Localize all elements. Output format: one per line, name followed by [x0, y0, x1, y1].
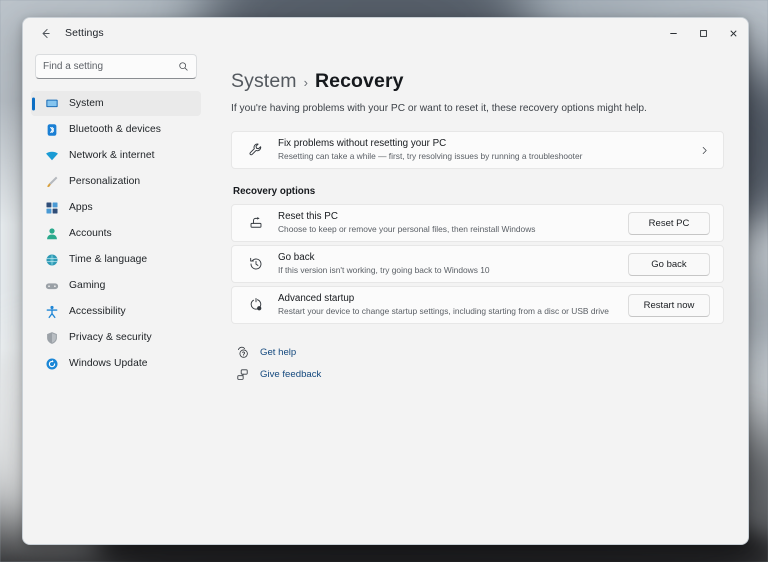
sidebar-item-accounts[interactable]: Accounts [31, 221, 201, 246]
link-label: Get help [260, 347, 296, 358]
settings-window: Settings [22, 17, 749, 545]
sidebar-item-system[interactable]: System [31, 91, 201, 116]
sidebar-item-windows-update[interactable]: Windows Update [31, 351, 201, 376]
get-help-link[interactable]: Get help [235, 346, 724, 359]
sidebar-item-label: Accounts [69, 228, 112, 239]
title-bar: Settings [23, 18, 748, 48]
accessibility-person-icon [43, 304, 60, 320]
sidebar-item-privacy-security[interactable]: Privacy & security [31, 325, 201, 350]
sidebar-item-network-internet[interactable]: Network & internet [31, 143, 201, 168]
breadcrumb-parent[interactable]: System [231, 70, 297, 93]
card-title: Fix problems without resetting your PC [278, 138, 691, 150]
maximize-button[interactable] [688, 18, 718, 48]
card-title: Go back [278, 252, 618, 264]
footer-links: Get help Give feedback [231, 346, 724, 381]
recovery-options-heading: Recovery options [233, 186, 724, 197]
sidebar-item-label: Bluetooth & devices [69, 124, 161, 135]
globe-clock-icon [43, 252, 60, 268]
recovery-options-list: Reset this PC Choose to keep or remove y… [231, 204, 724, 324]
reset-pc-icon [245, 215, 267, 231]
history-clock-icon [245, 256, 267, 272]
advanced-startup-row: Advanced startup Restart your device to … [231, 286, 724, 324]
minimize-button[interactable] [658, 18, 688, 48]
restart-now-button[interactable]: Restart now [628, 294, 710, 317]
search-input[interactable] [43, 61, 178, 72]
sidebar-item-label: Privacy & security [69, 332, 152, 343]
shield-icon [43, 330, 60, 346]
card-subtitle: If this version isn't working, try going… [278, 265, 618, 276]
sidebar-item-label: Apps [69, 202, 93, 213]
monitor-icon [43, 96, 60, 112]
card-text: Go back If this version isn't working, t… [278, 252, 618, 277]
card-title: Advanced startup [278, 293, 618, 305]
card-subtitle: Resetting can take a while — first, try … [278, 151, 691, 162]
fix-problems-card[interactable]: Fix problems without resetting your PC R… [231, 131, 724, 169]
search-icon [178, 61, 189, 72]
bluetooth-icon [43, 122, 60, 138]
card-text: Advanced startup Restart your device to … [278, 293, 618, 318]
breadcrumb: System › Recovery [231, 70, 724, 93]
back-button[interactable] [32, 22, 58, 44]
wifi-icon [43, 148, 60, 164]
reset-pc-button[interactable]: Reset PC [628, 212, 710, 235]
feedback-icon [235, 368, 250, 381]
gamepad-icon [43, 278, 60, 294]
reset-this-pc-row: Reset this PC Choose to keep or remove y… [231, 204, 724, 242]
page-title: Recovery [315, 70, 404, 93]
apps-grid-icon [43, 200, 60, 216]
card-text: Reset this PC Choose to keep or remove y… [278, 211, 618, 236]
sidebar-item-bluetooth-devices[interactable]: Bluetooth & devices [31, 117, 201, 142]
search-box[interactable] [35, 54, 197, 79]
app-title: Settings [65, 27, 104, 39]
go-back-row: Go back If this version isn't working, t… [231, 245, 724, 283]
sidebar: System Bluetooth & devices [23, 48, 209, 544]
page-description: If you're having problems with your PC o… [231, 103, 724, 114]
sidebar-item-accessibility[interactable]: Accessibility [31, 299, 201, 324]
go-back-button[interactable]: Go back [628, 253, 710, 276]
card-subtitle: Restart your device to change startup se… [278, 306, 618, 317]
sidebar-nav: System Bluetooth & devices [31, 91, 201, 376]
power-gear-icon [245, 297, 267, 313]
sidebar-item-personalization[interactable]: Personalization [31, 169, 201, 194]
brush-icon [43, 174, 60, 190]
help-question-icon [235, 346, 250, 359]
card-text: Fix problems without resetting your PC R… [278, 138, 691, 163]
give-feedback-link[interactable]: Give feedback [235, 368, 724, 381]
chevron-right-icon[interactable] [691, 145, 710, 156]
sidebar-item-label: Gaming [69, 280, 105, 291]
sidebar-item-label: System [69, 98, 104, 109]
sidebar-item-apps[interactable]: Apps [31, 195, 201, 220]
close-button[interactable] [718, 18, 748, 48]
sidebar-item-time-language[interactable]: Time & language [31, 247, 201, 272]
link-label: Give feedback [260, 369, 321, 380]
chevron-right-icon: › [304, 75, 308, 90]
sidebar-item-label: Time & language [69, 254, 147, 265]
update-circle-icon [43, 356, 60, 372]
sidebar-item-label: Network & internet [69, 150, 155, 161]
sidebar-item-label: Windows Update [69, 358, 148, 369]
window-controls [658, 18, 748, 48]
person-icon [43, 226, 60, 242]
window-body: System Bluetooth & devices [23, 48, 748, 544]
card-title: Reset this PC [278, 211, 618, 223]
card-subtitle: Choose to keep or remove your personal f… [278, 224, 618, 235]
sidebar-item-label: Personalization [69, 176, 140, 187]
main-content: System › Recovery If you're having probl… [209, 48, 748, 544]
wrench-icon [245, 142, 267, 158]
sidebar-item-gaming[interactable]: Gaming [31, 273, 201, 298]
sidebar-item-label: Accessibility [69, 306, 126, 317]
